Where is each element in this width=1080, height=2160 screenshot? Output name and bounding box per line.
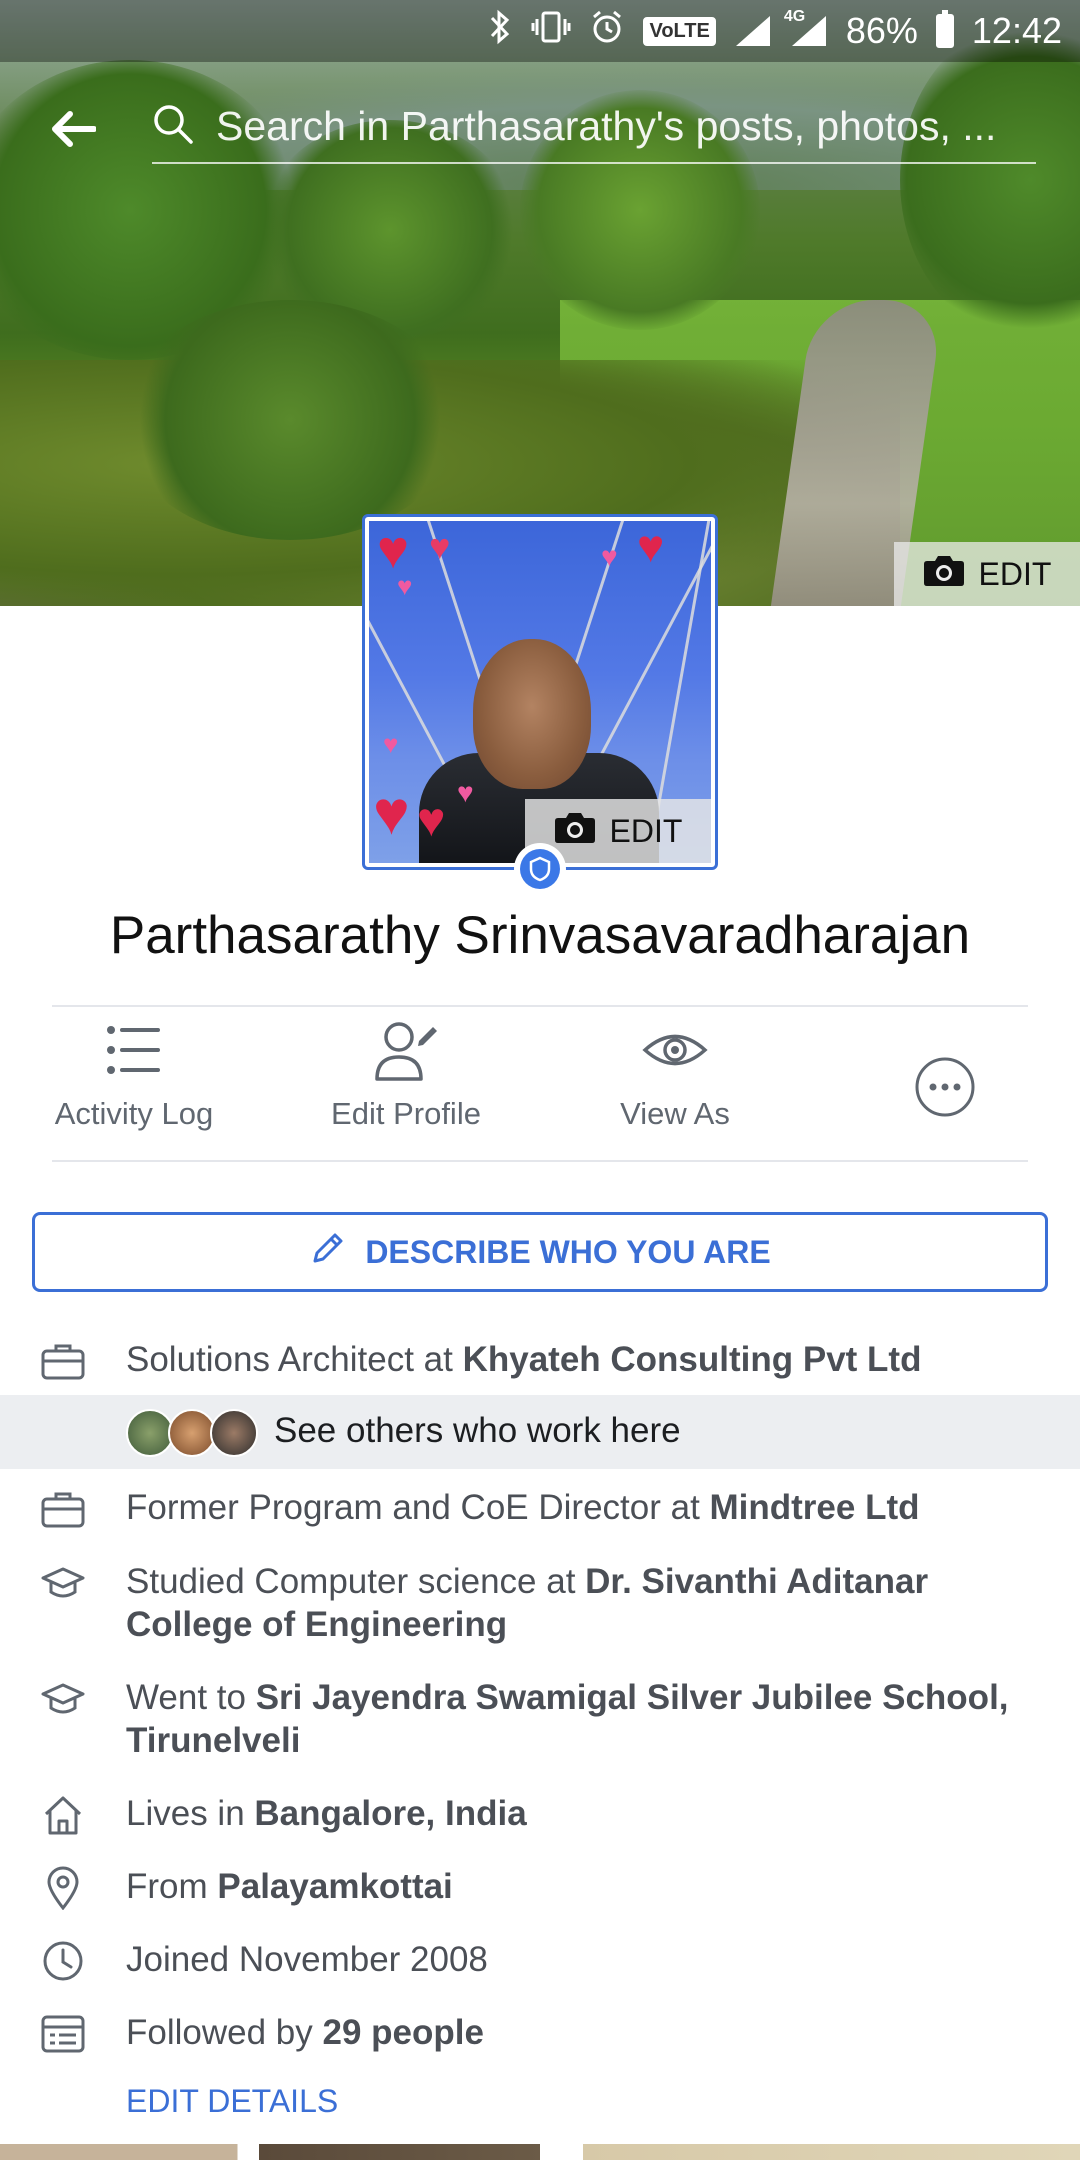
heart-icon: ♥	[457, 777, 474, 808]
school-text: Went to Sri Jayendra Swamigal Silver Jub…	[126, 1676, 1046, 1762]
signal-4g-icon: 4G	[784, 8, 828, 48]
describe-who-you-are-label: DESCRIBE WHO YOU ARE	[365, 1233, 771, 1270]
status-bar: VoLTE 4G 86% 12:42	[0, 0, 1080, 62]
clock: 12:42	[971, 10, 1062, 51]
edit-cover-button[interactable]: EDIT	[894, 542, 1080, 606]
network-type: 4G	[783, 8, 806, 25]
view-as-button[interactable]: View As	[585, 1010, 765, 1160]
list-icon	[106, 1010, 162, 1090]
graduation-cap-icon	[40, 1676, 86, 1722]
cover-tree	[120, 300, 460, 540]
followers-prefix: Followed by	[126, 2013, 323, 2052]
activity-log-button[interactable]: Activity Log	[44, 1010, 224, 1160]
home-icon	[40, 1792, 86, 1838]
work-prefix: Solutions Architect at	[126, 1340, 463, 1379]
edit-profile-button[interactable]: Edit Profile	[316, 1010, 496, 1160]
heart-icon: ♥	[417, 794, 446, 847]
back-arrow-icon[interactable]	[48, 104, 98, 154]
school-name[interactable]: Sri Jayendra Swamigal Silver Jubilee Sch…	[126, 1678, 1009, 1760]
pencil-icon	[309, 1229, 347, 1275]
heart-icon: ♥	[397, 571, 413, 601]
bluetooth-icon	[487, 9, 513, 54]
edit-cover-label: EDIT	[978, 555, 1052, 592]
heart-icon: ♥	[601, 541, 618, 572]
search-placeholder: Search in Parthasarathy's posts, photos,…	[216, 102, 997, 149]
avatar	[210, 1409, 258, 1457]
view-as-label: View As	[620, 1096, 730, 1131]
profile-name: Parthasarathy Srinvasavaradharajan	[109, 906, 971, 965]
coworker-avatars	[126, 1409, 266, 1457]
from-prefix: From	[126, 1867, 218, 1906]
hometown[interactable]: Palayamkottai	[217, 1867, 452, 1906]
more-button[interactable]	[855, 1010, 1035, 1160]
battery-icon	[935, 10, 954, 48]
current-city[interactable]: Bangalore, India	[254, 1794, 526, 1833]
lives-prefix: Lives in	[126, 1794, 255, 1833]
heart-icon: ♥	[429, 526, 451, 567]
heart-icon: ♥	[383, 729, 399, 759]
work-text: Solutions Architect at Khyateh Consultin…	[126, 1338, 1046, 1381]
alarm-icon	[589, 9, 625, 54]
search-row: Search in Parthasarathy's posts, photos,…	[0, 90, 1080, 170]
describe-who-you-are-button[interactable]: DESCRIBE WHO YOU ARE	[32, 1212, 1048, 1292]
avatar	[126, 1409, 174, 1457]
cover-tree	[900, 20, 1080, 340]
profile-actions: Activity Log Edit Profile View As	[0, 1010, 1080, 1160]
divider	[52, 1160, 1028, 1162]
edit-profile-label: Edit Profile	[331, 1096, 481, 1131]
see-coworkers-label: See others who work here	[274, 1411, 681, 1450]
followers-text: Followed by 29 people	[126, 2011, 1046, 2054]
followers-icon	[40, 2011, 86, 2057]
search-icon	[152, 103, 194, 150]
edit-profile-picture-label: EDIT	[609, 812, 683, 849]
divider	[52, 1005, 1028, 1007]
former-work-prefix: Former Program and CoE Director at	[126, 1488, 710, 1527]
graduation-cap-icon	[40, 1560, 86, 1606]
camera-icon	[923, 553, 965, 595]
heart-icon: ♥	[373, 779, 410, 848]
briefcase-icon	[40, 1486, 86, 1532]
profile-guard-badge[interactable]	[516, 845, 564, 893]
lives-in-text: Lives in Bangalore, India	[126, 1792, 1046, 1835]
edit-profile-icon	[373, 1010, 439, 1090]
college-text: Studied Computer science at Dr. Sivanthi…	[126, 1560, 1046, 1646]
eye-icon	[642, 1010, 708, 1090]
work-employer[interactable]: Khyateh Consulting Pvt Ltd	[463, 1340, 922, 1379]
camera-icon	[554, 810, 596, 852]
shield-icon	[520, 849, 560, 889]
clock-icon	[40, 1938, 86, 1984]
signal-icon	[734, 14, 772, 48]
search-input[interactable]: Search in Parthasarathy's posts, photos,…	[152, 90, 1036, 164]
vibrate-icon	[531, 10, 571, 53]
location-pin-icon	[40, 1865, 86, 1911]
school-prefix: Went to	[126, 1678, 256, 1717]
college-prefix: Studied Computer science at	[126, 1562, 586, 1601]
heart-icon: ♥	[377, 521, 410, 580]
more-icon	[914, 1010, 976, 1160]
face	[473, 639, 591, 789]
heart-icon: ♥	[637, 521, 665, 572]
battery-percent: 86%	[845, 10, 918, 51]
former-employer[interactable]: Mindtree Ltd	[710, 1488, 920, 1527]
photos-strip[interactable]	[0, 2144, 1080, 2160]
briefcase-icon	[40, 1338, 86, 1384]
followers-count[interactable]: 29 people	[322, 2013, 483, 2052]
see-coworkers-row[interactable]: See others who work here	[0, 1395, 1080, 1469]
avatar	[168, 1409, 216, 1457]
former-work-text: Former Program and CoE Director at Mindt…	[126, 1486, 1046, 1529]
profile-picture[interactable]: ♥ ♥ ♥ ♥ ♥ ♥ ♥ ♥ ♥ EDIT	[362, 514, 718, 870]
activity-log-label: Activity Log	[54, 1096, 214, 1131]
hometown-text: From Palayamkottai	[126, 1865, 1046, 1908]
edit-details-link[interactable]: EDIT DETAILS	[126, 2083, 338, 2120]
joined-text: Joined November 2008	[126, 1940, 488, 1979]
volte-badge: VoLTE	[643, 16, 716, 46]
